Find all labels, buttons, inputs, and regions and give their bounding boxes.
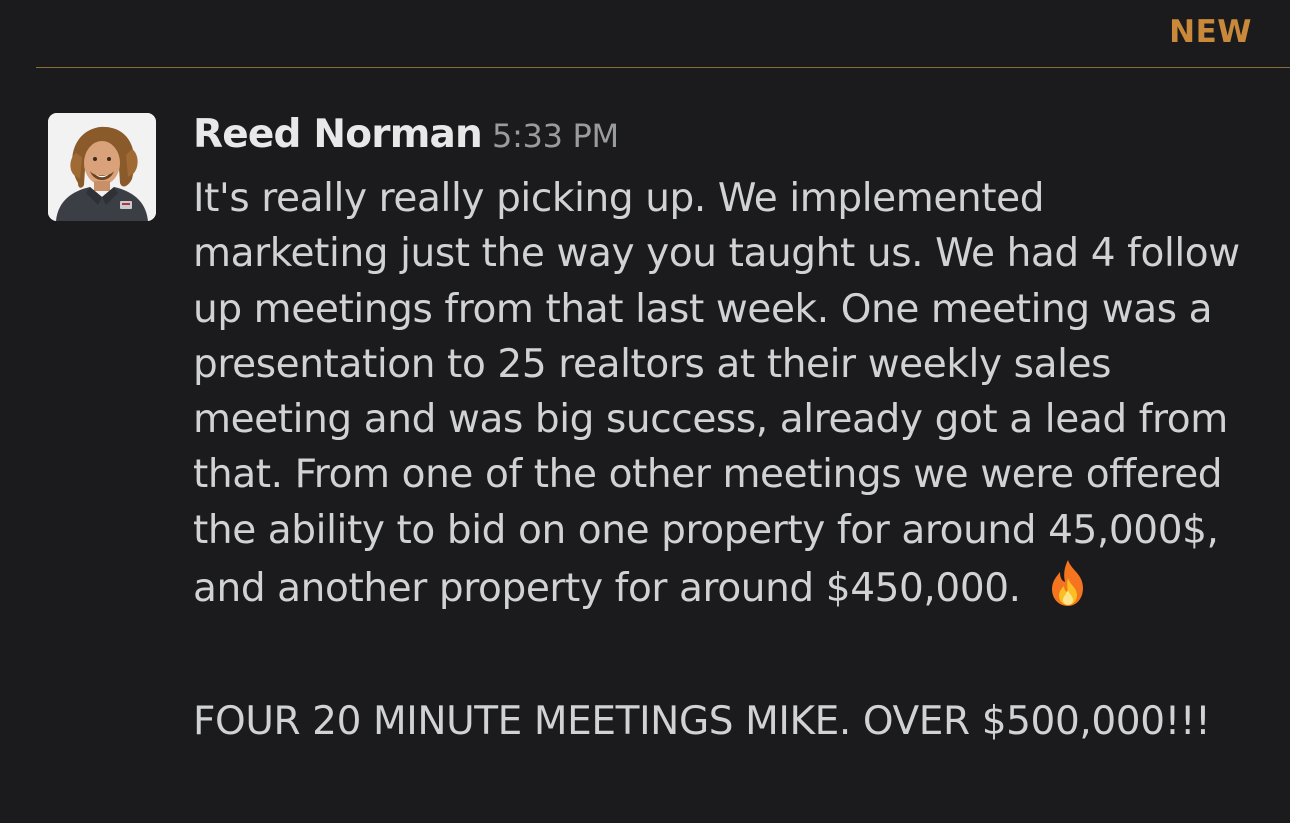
message-pane: NEW Reed Norman 5:33 PM It's really real… bbox=[0, 0, 1290, 823]
fire-icon bbox=[1043, 558, 1093, 608]
message-timestamp[interactable]: 5:33 PM bbox=[492, 117, 619, 155]
message-text: It's really really picking up. We implem… bbox=[193, 171, 1243, 616]
new-messages-divider bbox=[36, 67, 1290, 68]
author-name[interactable]: Reed Norman bbox=[193, 112, 483, 157]
message-header: Reed Norman 5:33 PM bbox=[193, 112, 619, 157]
message-paragraph-1: It's really really picking up. We implem… bbox=[193, 176, 1240, 612]
user-photo-avatar-icon bbox=[48, 113, 156, 221]
message-paragraph-2: FOUR 20 MINUTE MEETINGS MIKE. OVER $500,… bbox=[193, 699, 1211, 744]
new-messages-label: NEW bbox=[1169, 14, 1252, 50]
avatar[interactable] bbox=[48, 113, 156, 221]
